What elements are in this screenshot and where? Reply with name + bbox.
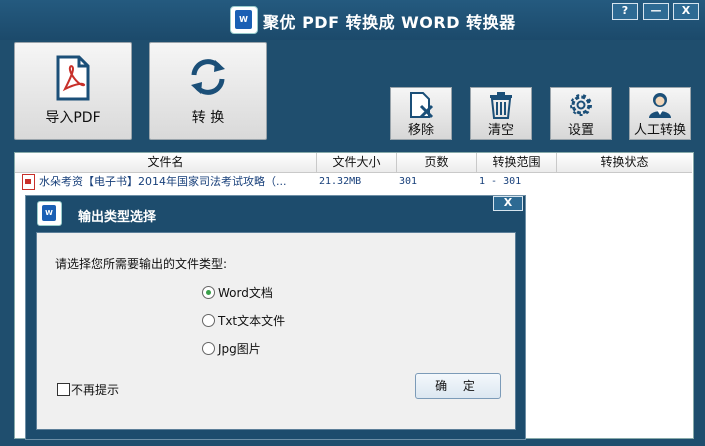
import-pdf-button[interactable]: 导入PDF (14, 42, 132, 140)
remove-file-icon (410, 92, 434, 119)
radio-indicator[interactable] (202, 314, 215, 327)
radio-indicator[interactable] (202, 342, 215, 355)
dont-show-again-label: 不再提示 (71, 383, 120, 397)
clear-button[interactable]: 清空 (470, 87, 532, 140)
output-type-dialog: W 输出类型选择 X 请选择您所需要输出的文件类型: Word文档 Txt文本文… (25, 195, 526, 440)
person-icon (649, 93, 671, 118)
convert-status (559, 173, 689, 190)
app-logo-icon: W (230, 6, 258, 34)
trash-icon (490, 92, 512, 119)
settings-label: 设置 (567, 123, 594, 138)
import-pdf-label: 导入PDF (45, 110, 101, 126)
human-convert-button[interactable]: 人工转换 (629, 87, 691, 140)
ok-button[interactable]: 确 定 (415, 373, 501, 399)
pdf-file-icon (22, 174, 35, 190)
page-count: 301 (399, 176, 418, 187)
gear-icon (570, 94, 592, 116)
dialog-body: 请选择您所需要输出的文件类型: Word文档 Txt文本文件 Jpg图片 不再提… (36, 232, 516, 430)
column-header-range[interactable]: 转换范围 (477, 153, 557, 173)
remove-button[interactable]: 移除 (390, 87, 452, 140)
dont-show-again-checkbox[interactable] (57, 383, 70, 396)
close-button[interactable]: X (673, 3, 699, 20)
pdf-file-icon (56, 55, 90, 101)
app-logo-icon: W (37, 201, 62, 226)
convert-range: 1 - 301 (479, 176, 522, 187)
minimize-button[interactable]: — (643, 3, 669, 20)
table-row[interactable]: 水朵考资【电子书】2014年国家司法考试攻略（... 21.32MB 301 1… (15, 173, 693, 190)
column-header-filename[interactable]: 文件名 (15, 153, 317, 173)
convert-label: 转 换 (191, 110, 225, 126)
remove-label: 移除 (407, 123, 434, 138)
column-header-pages[interactable]: 页数 (397, 153, 477, 173)
radio-word-label: Word文档 (218, 286, 273, 300)
refresh-icon (191, 59, 225, 95)
window-title: 聚优 PDF 转换成 WORD 转换器 (263, 13, 516, 32)
radio-txt-label: Txt文本文件 (218, 314, 286, 328)
file-name: 水朵考资【电子书】2014年国家司法考试攻略（... (39, 175, 287, 188)
human-convert-label: 人工转换 (633, 123, 686, 138)
clear-label: 清空 (487, 123, 514, 138)
help-button[interactable]: ? (612, 3, 638, 20)
radio-jpg-label: Jpg图片 (218, 342, 261, 356)
file-size: 21.32MB (319, 176, 362, 187)
settings-button[interactable]: 设置 (550, 87, 612, 140)
title-bar: W 聚优 PDF 转换成 WORD 转换器 ? — X (0, 0, 705, 40)
radio-selected-indicator[interactable] (202, 286, 215, 299)
column-header-size[interactable]: 文件大小 (317, 153, 397, 173)
dialog-title: 输出类型选择 (78, 210, 157, 225)
column-header-status[interactable]: 转换状态 (557, 153, 692, 173)
dialog-prompt: 请选择您所需要输出的文件类型: (55, 257, 228, 271)
convert-button[interactable]: 转 换 (149, 42, 267, 140)
dialog-close-button[interactable]: X (493, 196, 523, 211)
